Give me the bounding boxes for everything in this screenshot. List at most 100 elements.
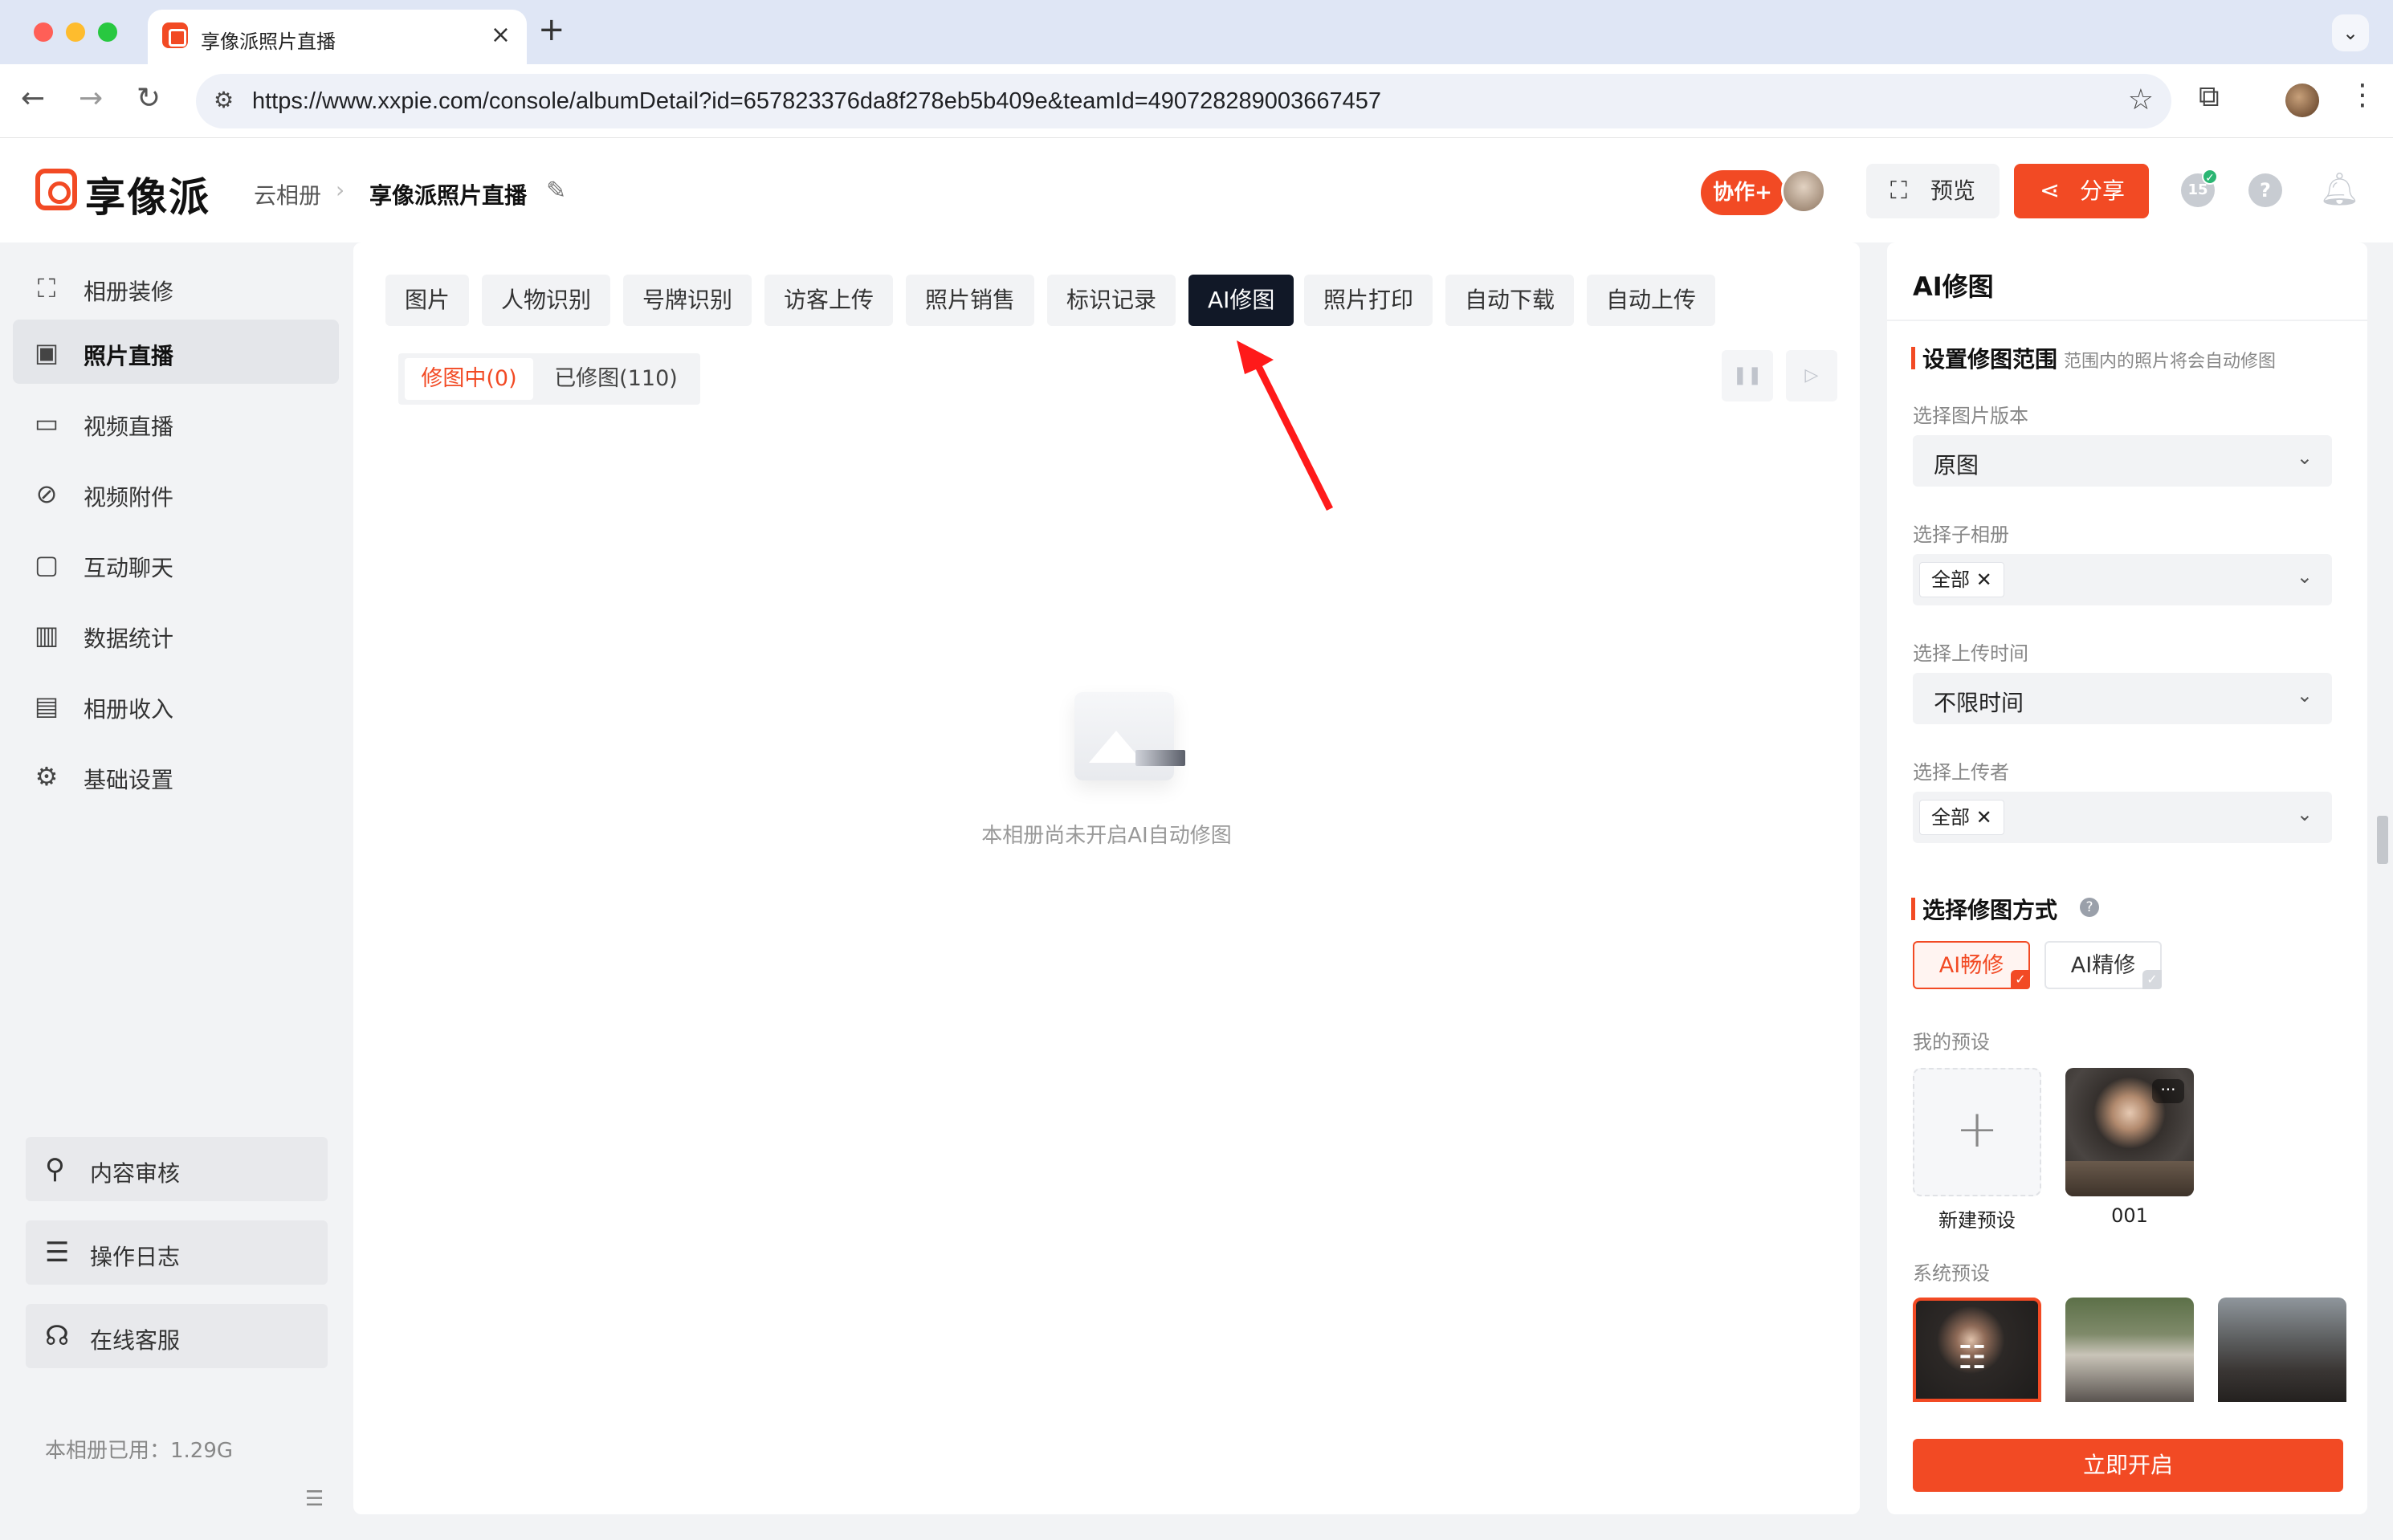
- settings-icon: ⚙: [35, 761, 59, 792]
- sidebar-item-statistics[interactable]: ▥ 数据统计: [13, 602, 339, 666]
- breadcrumb-chevron-icon: ›: [336, 177, 345, 203]
- retouch-status-tabs: 修图中(0) 已修图(110): [398, 353, 700, 405]
- content-audit-button[interactable]: ⚲ 内容审核: [26, 1137, 328, 1201]
- help-icon[interactable]: ?: [2248, 173, 2282, 207]
- select-image-version[interactable]: 原图 ⌄: [1913, 435, 2332, 487]
- sidebar-item-label: 视频附件: [84, 484, 174, 511]
- help-icon[interactable]: ?: [2080, 898, 2099, 917]
- system-preset-3[interactable]: [2218, 1298, 2346, 1402]
- browser-tab-strip: 享像派照片直播 × + ⌄: [0, 0, 2393, 64]
- system-preset-2[interactable]: [2065, 1298, 2194, 1402]
- tab-ai-retouch[interactable]: AI修图: [1188, 275, 1294, 326]
- preset-001-thumbnail[interactable]: ···: [2065, 1068, 2194, 1196]
- window-minimize-button[interactable]: [66, 22, 85, 42]
- window-close-button[interactable]: [34, 22, 53, 42]
- subtab-retouching[interactable]: 修图中(0): [405, 358, 533, 400]
- play-icon[interactable]: ▷: [1786, 350, 1837, 401]
- tab-search-chevron-icon[interactable]: ⌄: [2332, 14, 2369, 51]
- photo-icon: ▣: [34, 337, 59, 368]
- operation-log-label: 操作日志: [90, 1244, 181, 1270]
- sidebar-item-album-decor[interactable]: ⛶ 相册装修: [13, 255, 339, 320]
- tab-visitor-upload[interactable]: 访客上传: [764, 275, 894, 326]
- ai-retouch-panel: AI修图 设置修图范围 范围内的照片将会自动修图 选择图片版本 原图 ⌄ 选择子…: [1887, 242, 2367, 1514]
- edit-title-icon[interactable]: ✎: [546, 177, 566, 205]
- operation-log-button[interactable]: ☰ 操作日志: [26, 1220, 328, 1285]
- sidebar-item-label: 照片直播: [84, 343, 174, 369]
- sidebar-item-income[interactable]: ▤ 相册收入: [13, 673, 339, 737]
- share-label: 分享: [2080, 177, 2126, 204]
- chip-close-icon[interactable]: ✕: [1976, 806, 1992, 829]
- more-icon[interactable]: ···: [2152, 1079, 2184, 1103]
- select-upload-time[interactable]: 不限时间 ⌄: [1913, 673, 2332, 724]
- income-icon: ▤: [34, 691, 59, 721]
- sidebar-item-video-attachment[interactable]: ⊘ 视频附件: [13, 461, 339, 525]
- tab-auto-download[interactable]: 自动下载: [1445, 275, 1575, 326]
- online-support-button[interactable]: ☊ 在线客服: [26, 1304, 328, 1368]
- breadcrumb-album-title: 享像派照片直播: [369, 182, 528, 209]
- star-icon[interactable]: ☆: [2128, 84, 2154, 116]
- profile-avatar[interactable]: [2285, 84, 2319, 117]
- tab-face-recognition[interactable]: 人物识别: [482, 275, 611, 326]
- collapse-sidebar-icon[interactable]: ☰: [305, 1487, 324, 1511]
- select-sub-album[interactable]: 全部 ✕ ⌄: [1913, 554, 2332, 605]
- sidebar-item-label: 互动聊天: [84, 555, 174, 581]
- start-now-button[interactable]: 立即开启: [1913, 1439, 2343, 1492]
- section-accent: [1911, 347, 1915, 369]
- pause-icon[interactable]: ❚❚: [1722, 350, 1773, 401]
- empty-state-text: 本相册尚未开启AI自动修图: [981, 824, 1232, 848]
- tab-bib-recognition[interactable]: 号牌识别: [623, 275, 752, 326]
- sidebar-item-video-live[interactable]: ▭ 视频直播: [13, 390, 339, 454]
- extensions-icon[interactable]: ⧉: [2199, 80, 2220, 114]
- section-accent: [1911, 898, 1915, 920]
- new-preset-button[interactable]: +: [1913, 1068, 2041, 1196]
- audit-icon: ⚲: [45, 1153, 65, 1185]
- share-button[interactable]: ⋖ 分享: [2014, 164, 2149, 218]
- section-title-scope: 设置修图范围: [1922, 346, 2058, 373]
- tag-chip[interactable]: 全部 ✕: [1919, 562, 2004, 597]
- label-upload-time: 选择上传时间: [1913, 642, 2028, 665]
- collaborator-avatar[interactable]: [1781, 169, 1826, 214]
- bell-icon[interactable]: 🔔︎: [2319, 170, 2360, 208]
- logo-text[interactable]: 享像派: [85, 165, 210, 223]
- reload-icon[interactable]: ↻: [137, 82, 161, 115]
- window-zoom-button[interactable]: [98, 22, 117, 42]
- sidebar-item-label: 基础设置: [84, 767, 174, 793]
- breadcrumb-cloud-album[interactable]: 云相册: [254, 178, 321, 210]
- tab-close-icon[interactable]: ×: [491, 21, 511, 49]
- collaborate-button[interactable]: 协作+: [1701, 170, 1784, 215]
- app-header: 享像派 云相册 › 享像派照片直播 ✎ 协作+ ⛶ 预览 ⋖ 分享 15 ✓ ?…: [0, 138, 2393, 242]
- url-text[interactable]: https://www.xxpie.com/console/albumDetai…: [252, 88, 1381, 115]
- site-settings-icon[interactable]: ⚙: [214, 87, 234, 113]
- tag-chip[interactable]: 全部 ✕: [1919, 800, 2004, 835]
- mode-label: AI畅修: [1938, 953, 2004, 978]
- logo-icon[interactable]: [35, 169, 77, 210]
- mode-ai-smooth-button[interactable]: AI畅修 ✓: [1913, 941, 2030, 989]
- page-scrollbar[interactable]: [2377, 816, 2388, 864]
- subtab-retouched[interactable]: 已修图(110): [540, 358, 692, 400]
- preview-button[interactable]: ⛶ 预览: [1866, 164, 2000, 218]
- mode-ai-fine-button[interactable]: AI精修 ✓: [2044, 941, 2162, 989]
- chip-label: 全部: [1931, 806, 1970, 829]
- label-sub-album: 选择子相册: [1913, 524, 2009, 546]
- tab-photo-sales[interactable]: 照片销售: [906, 275, 1035, 326]
- sidebar-item-label: 相册装修: [84, 279, 174, 305]
- browser-tab[interactable]: 享像派照片直播 ×: [148, 10, 527, 64]
- address-bar[interactable]: ⚙ https://www.xxpie.com/console/albumDet…: [196, 74, 2171, 128]
- sidebar-item-settings[interactable]: ⚙ 基础设置: [13, 744, 339, 808]
- tab-auto-upload[interactable]: 自动上传: [1587, 275, 1716, 326]
- forward-icon[interactable]: →: [79, 82, 103, 115]
- tab-mark-records[interactable]: 标识记录: [1047, 275, 1176, 326]
- label-uploader: 选择上传者: [1913, 761, 2009, 784]
- chip-label: 全部: [1931, 568, 1970, 591]
- tab-photos[interactable]: 图片: [385, 275, 470, 326]
- system-preset-1[interactable]: ☷: [1913, 1298, 2041, 1402]
- browser-tab-title: 享像派照片直播: [201, 31, 336, 53]
- chip-close-icon[interactable]: ✕: [1976, 568, 1992, 591]
- menu-icon[interactable]: ⋮: [2348, 79, 2377, 112]
- sidebar-item-chat[interactable]: ▢ 互动聊天: [13, 532, 339, 596]
- tab-photo-print[interactable]: 照片打印: [1304, 275, 1433, 326]
- sidebar-item-photo-live[interactable]: ▣ 照片直播: [13, 320, 339, 384]
- new-tab-icon[interactable]: +: [538, 11, 565, 48]
- select-uploader[interactable]: 全部 ✕ ⌄: [1913, 792, 2332, 843]
- back-icon[interactable]: ←: [21, 82, 45, 115]
